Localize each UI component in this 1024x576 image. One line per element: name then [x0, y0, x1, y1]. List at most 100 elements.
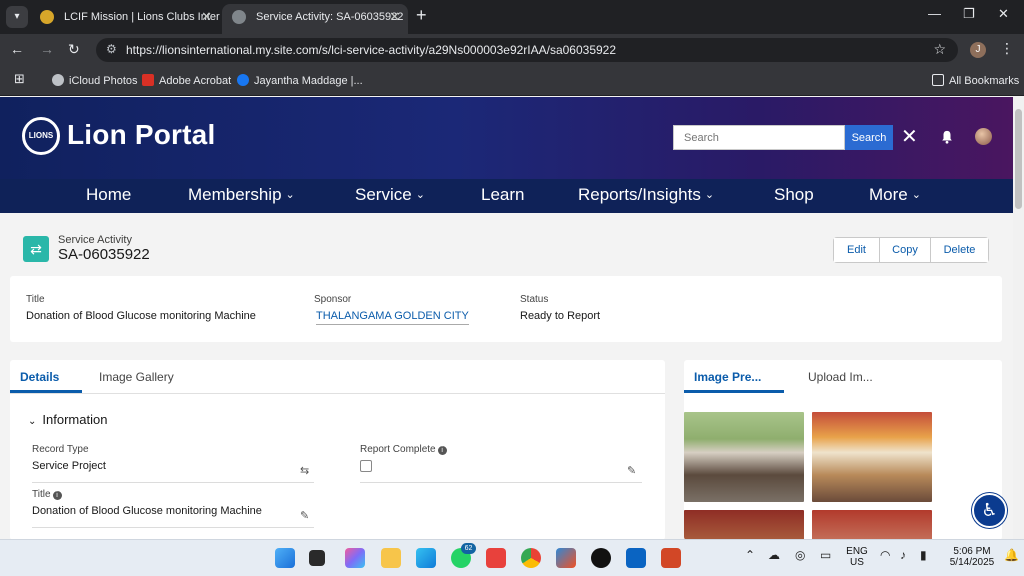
window-close-icon[interactable]: ✕	[998, 6, 1009, 22]
image-preview-card: Image Pre... Upload Im...	[684, 360, 1002, 540]
wifi-icon[interactable]: ◠	[880, 548, 890, 562]
tab-image-gallery[interactable]: Image Gallery	[99, 370, 174, 384]
tab-title: Service Activity: SA-06035922	[256, 11, 404, 23]
bookmark-star-icon[interactable]: ☆	[933, 41, 946, 58]
nav-learn[interactable]: Learn	[481, 185, 524, 205]
search-button[interactable]: Search	[845, 125, 893, 150]
task-view-icon[interactable]	[309, 550, 325, 566]
chevron-down-icon: ⌄	[28, 416, 37, 427]
address-bar[interactable]: ⚙ https://lionsinternational.my.site.com…	[96, 38, 958, 62]
language-indicator[interactable]: ENG US	[842, 546, 872, 568]
back-arrow-icon[interactable]: ←	[10, 41, 24, 57]
highlight-sponsor-link[interactable]: THALANGAMA GOLDEN CITY	[316, 310, 469, 325]
record-name: SA-06035922	[58, 246, 150, 263]
nav-reports-insights[interactable]: Reports/Insights ⌄	[578, 185, 714, 205]
copy-button[interactable]: Copy	[880, 238, 931, 262]
tab-search-chevron-icon[interactable]: ▾	[6, 6, 28, 28]
record-type-label: Service Activity	[58, 234, 132, 246]
close-tab-icon[interactable]: ✕	[201, 4, 212, 30]
record-actions: Edit Copy Delete	[833, 237, 989, 263]
file-explorer-icon[interactable]	[381, 548, 401, 568]
change-record-type-icon[interactable]: ⇆	[300, 464, 309, 477]
copilot-icon[interactable]	[345, 548, 365, 568]
restore-icon[interactable]: ❐	[963, 6, 975, 22]
all-bookmarks[interactable]: All Bookmarks	[932, 74, 1019, 87]
apps-grid-icon[interactable]: ⊞	[14, 71, 25, 87]
site-settings-icon[interactable]: ⚙	[106, 42, 117, 56]
close-search-icon[interactable]: ✕	[901, 124, 918, 149]
browser-menu-icon[interactable]: ⋮	[1000, 40, 1014, 57]
search-input[interactable]	[673, 125, 845, 150]
donation-photo-3[interactable]	[684, 510, 804, 540]
field-divider	[360, 482, 642, 483]
minimize-icon[interactable]: —	[928, 6, 941, 21]
report-complete-checkbox[interactable]	[360, 460, 372, 472]
bookmark-icloud[interactable]: iCloud Photos	[52, 74, 138, 87]
highlight-title-value: Donation of Blood Glucose monitoring Mac…	[26, 310, 256, 322]
donation-photo-1[interactable]	[684, 412, 804, 502]
bookmark-acrobat[interactable]: Adobe Acrobat	[142, 74, 231, 87]
highlight-status-value: Ready to Report	[520, 310, 601, 322]
page-scrollbar[interactable]	[1013, 97, 1024, 539]
edge-icon[interactable]	[416, 548, 436, 568]
anydesk-icon[interactable]	[486, 548, 506, 568]
chrome-icon[interactable]	[521, 548, 541, 568]
tiktok-icon[interactable]	[591, 548, 611, 568]
pencil-edit-icon[interactable]: ✎	[627, 464, 636, 477]
folder-icon	[932, 74, 944, 86]
globe-favicon-icon	[232, 10, 246, 24]
pencil-edit-icon[interactable]: ✎	[300, 509, 309, 522]
donation-photo-4[interactable]	[812, 510, 932, 540]
nav-shop[interactable]: Shop	[774, 185, 814, 205]
color-picker-icon[interactable]: ◎	[795, 548, 805, 562]
portal-logo-text[interactable]: Lion Portal	[67, 119, 215, 151]
section-information-toggle[interactable]: ⌄ Information	[28, 412, 107, 427]
profile-avatar[interactable]: J	[970, 42, 986, 58]
tray-overflow-chevron-icon[interactable]: ⌃	[745, 548, 755, 562]
highlight-status-label: Status	[520, 294, 549, 305]
info-icon[interactable]: i	[52, 491, 62, 500]
browser-tab-service-activity[interactable]: Service Activity: SA-06035922 ✕	[222, 4, 408, 34]
cast-icon[interactable]: ▭	[820, 548, 831, 562]
tab-image-preview[interactable]: Image Pre...	[694, 370, 761, 384]
volume-icon[interactable]: ♪	[900, 548, 906, 562]
accessibility-icon[interactable]: ♿	[972, 493, 1007, 528]
donation-photo-2[interactable]	[812, 412, 932, 502]
title-field-label: Title i	[32, 489, 62, 500]
nav-membership[interactable]: Membership ⌄	[188, 185, 295, 205]
tab-upload-image[interactable]: Upload Im...	[808, 370, 873, 384]
apple-icon	[52, 74, 64, 86]
onedrive-cloud-icon[interactable]: ☁	[768, 548, 780, 562]
edit-button[interactable]: Edit	[834, 238, 880, 262]
handshake-icon: ⇄	[23, 236, 49, 262]
battery-icon[interactable]: ▮	[920, 548, 927, 562]
notification-center-icon[interactable]: 🔔	[1004, 548, 1019, 562]
outlook-icon[interactable]	[626, 548, 646, 568]
new-tab-plus-icon[interactable]: +	[416, 5, 427, 26]
powerpoint-icon[interactable]	[661, 548, 681, 568]
windows-start-icon[interactable]	[275, 548, 295, 568]
reload-icon[interactable]: ↻	[68, 41, 80, 58]
forward-arrow-icon[interactable]: →	[40, 41, 54, 57]
scrollbar-thumb[interactable]	[1015, 109, 1022, 209]
delete-button[interactable]: Delete	[931, 238, 988, 262]
browser-tab-lcif[interactable]: LCIF Mission | Lions Clubs Intern ✕	[30, 4, 220, 34]
browser-tab-strip: ▾ LCIF Mission | Lions Clubs Intern ✕ Se…	[0, 0, 1024, 34]
clock[interactable]: 5:06 PM 5/14/2025	[942, 546, 1002, 568]
info-icon[interactable]: i	[437, 446, 447, 455]
bookmark-facebook[interactable]: Jayantha Maddage |...	[237, 74, 363, 87]
lions-logo-icon[interactable]: LIONS	[22, 117, 60, 155]
nav-service[interactable]: Service ⌄	[355, 185, 425, 205]
main-navigation: Home Membership ⌄ Service ⌄ Learn Reports/…	[0, 179, 1013, 213]
user-avatar[interactable]	[975, 128, 992, 145]
tab-divider	[10, 393, 665, 394]
notification-bell-icon[interactable]	[940, 130, 954, 144]
active-tab-indicator	[684, 390, 784, 393]
record-type-field-value: Service Project	[32, 460, 106, 472]
tab-details[interactable]: Details	[20, 370, 59, 384]
microsoft-store-icon[interactable]	[556, 548, 576, 568]
nav-home[interactable]: Home	[86, 185, 131, 205]
close-tab-icon[interactable]: ✕	[389, 4, 400, 30]
nav-more[interactable]: More ⌄	[869, 185, 921, 205]
url-text[interactable]: https://lionsinternational.my.site.com/s…	[126, 43, 616, 57]
